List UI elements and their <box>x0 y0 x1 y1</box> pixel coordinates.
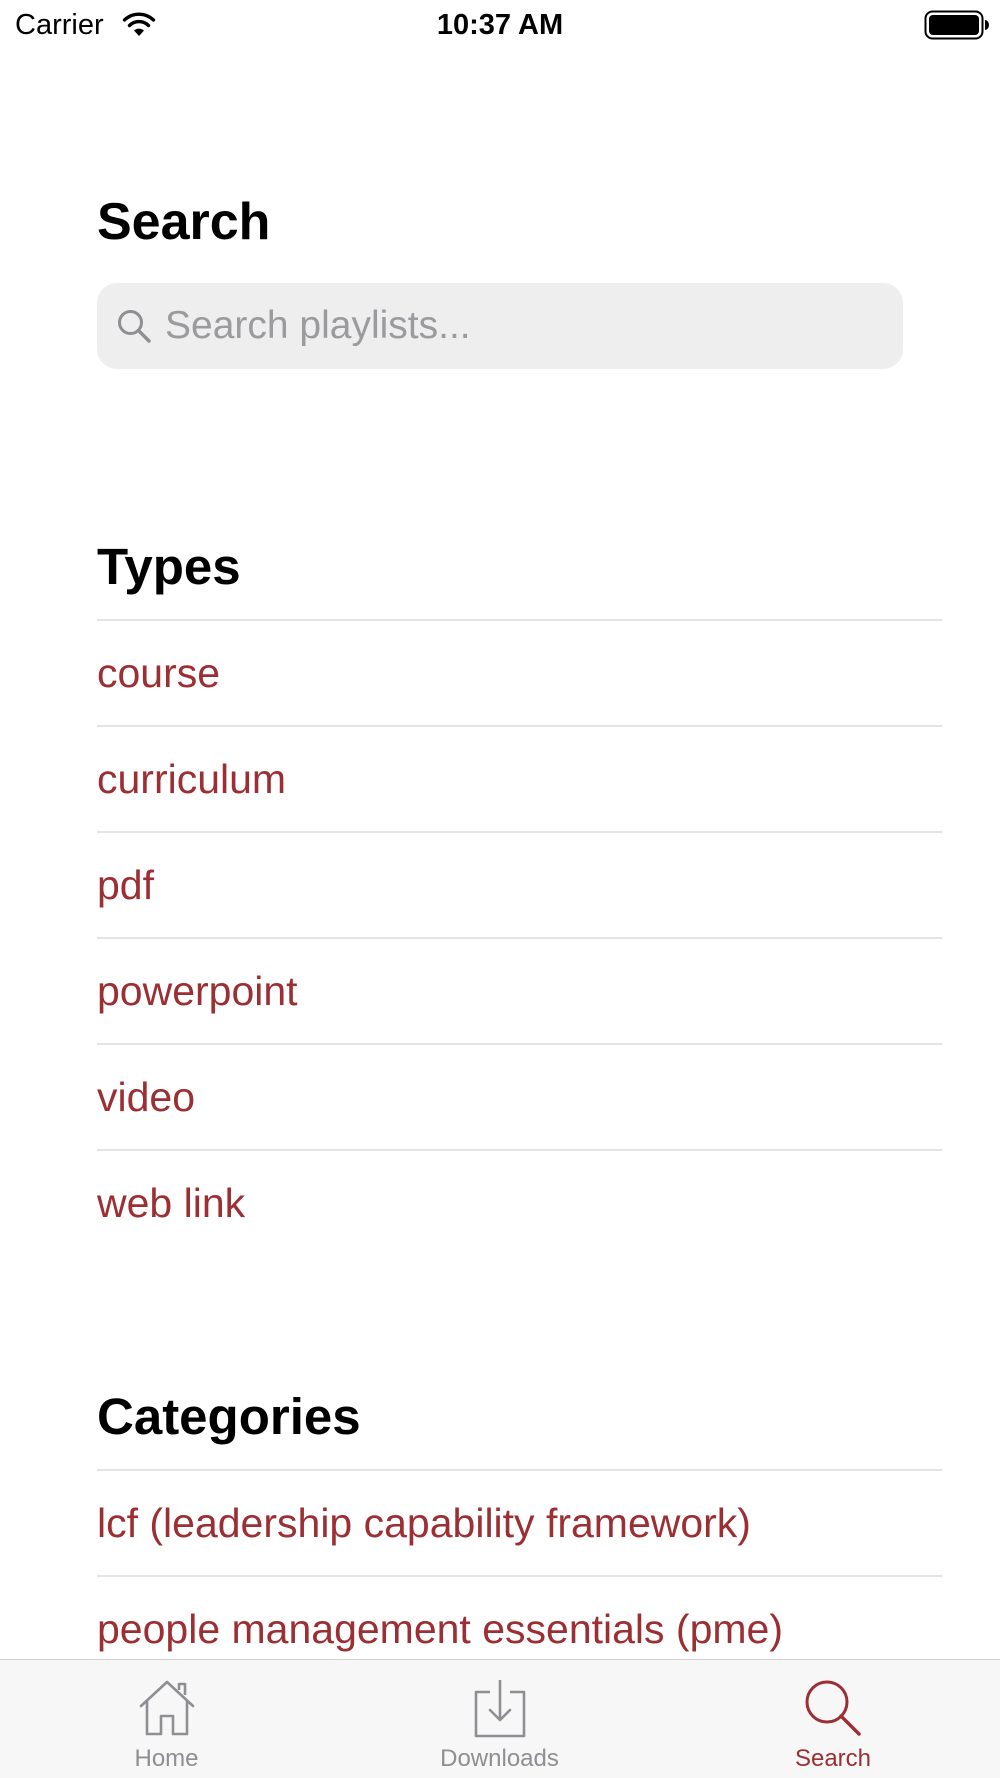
search-bar[interactable] <box>97 283 903 369</box>
categories-list: lcf (leadership capability framework) pe… <box>97 1469 942 1681</box>
tab-search-label: Search <box>794 1745 872 1772</box>
tab-downloads-label: Downloads <box>440 1745 559 1772</box>
tab-bar: Home Downloads Search <box>0 1659 1000 1778</box>
house-icon <box>139 1680 194 1736</box>
types-heading: Types <box>97 538 241 595</box>
search-screen: Carrier 10:37 AM Search Types course cur… <box>0 0 1000 1778</box>
type-item-web-link[interactable]: web link <box>97 1149 942 1255</box>
categories-heading: Categories <box>97 1388 361 1445</box>
magnifier-icon <box>805 1680 861 1736</box>
types-list: course curriculum pdf powerpoint video w… <box>97 619 942 1255</box>
battery-icon <box>924 10 989 40</box>
category-item-lcf[interactable]: lcf (leadership capability framework) <box>97 1469 942 1575</box>
search-icon <box>118 310 151 343</box>
tab-downloads[interactable]: Downloads <box>333 1660 666 1778</box>
tab-home-label: Home <box>134 1745 199 1772</box>
type-item-video[interactable]: video <box>97 1043 942 1149</box>
type-item-course[interactable]: course <box>97 619 942 725</box>
tab-home[interactable]: Home <box>0 1660 333 1778</box>
download-tray-icon <box>474 1680 525 1738</box>
status-time: 10:37 AM <box>436 9 564 41</box>
search-input[interactable] <box>165 283 885 369</box>
type-item-pdf[interactable]: pdf <box>97 831 942 937</box>
type-item-curriculum[interactable]: curriculum <box>97 725 942 831</box>
tab-search[interactable]: Search <box>666 1660 1000 1778</box>
page-title: Search <box>97 193 271 251</box>
type-item-powerpoint[interactable]: powerpoint <box>97 937 942 1043</box>
status-bar: Carrier 10:37 AM <box>0 0 1000 50</box>
